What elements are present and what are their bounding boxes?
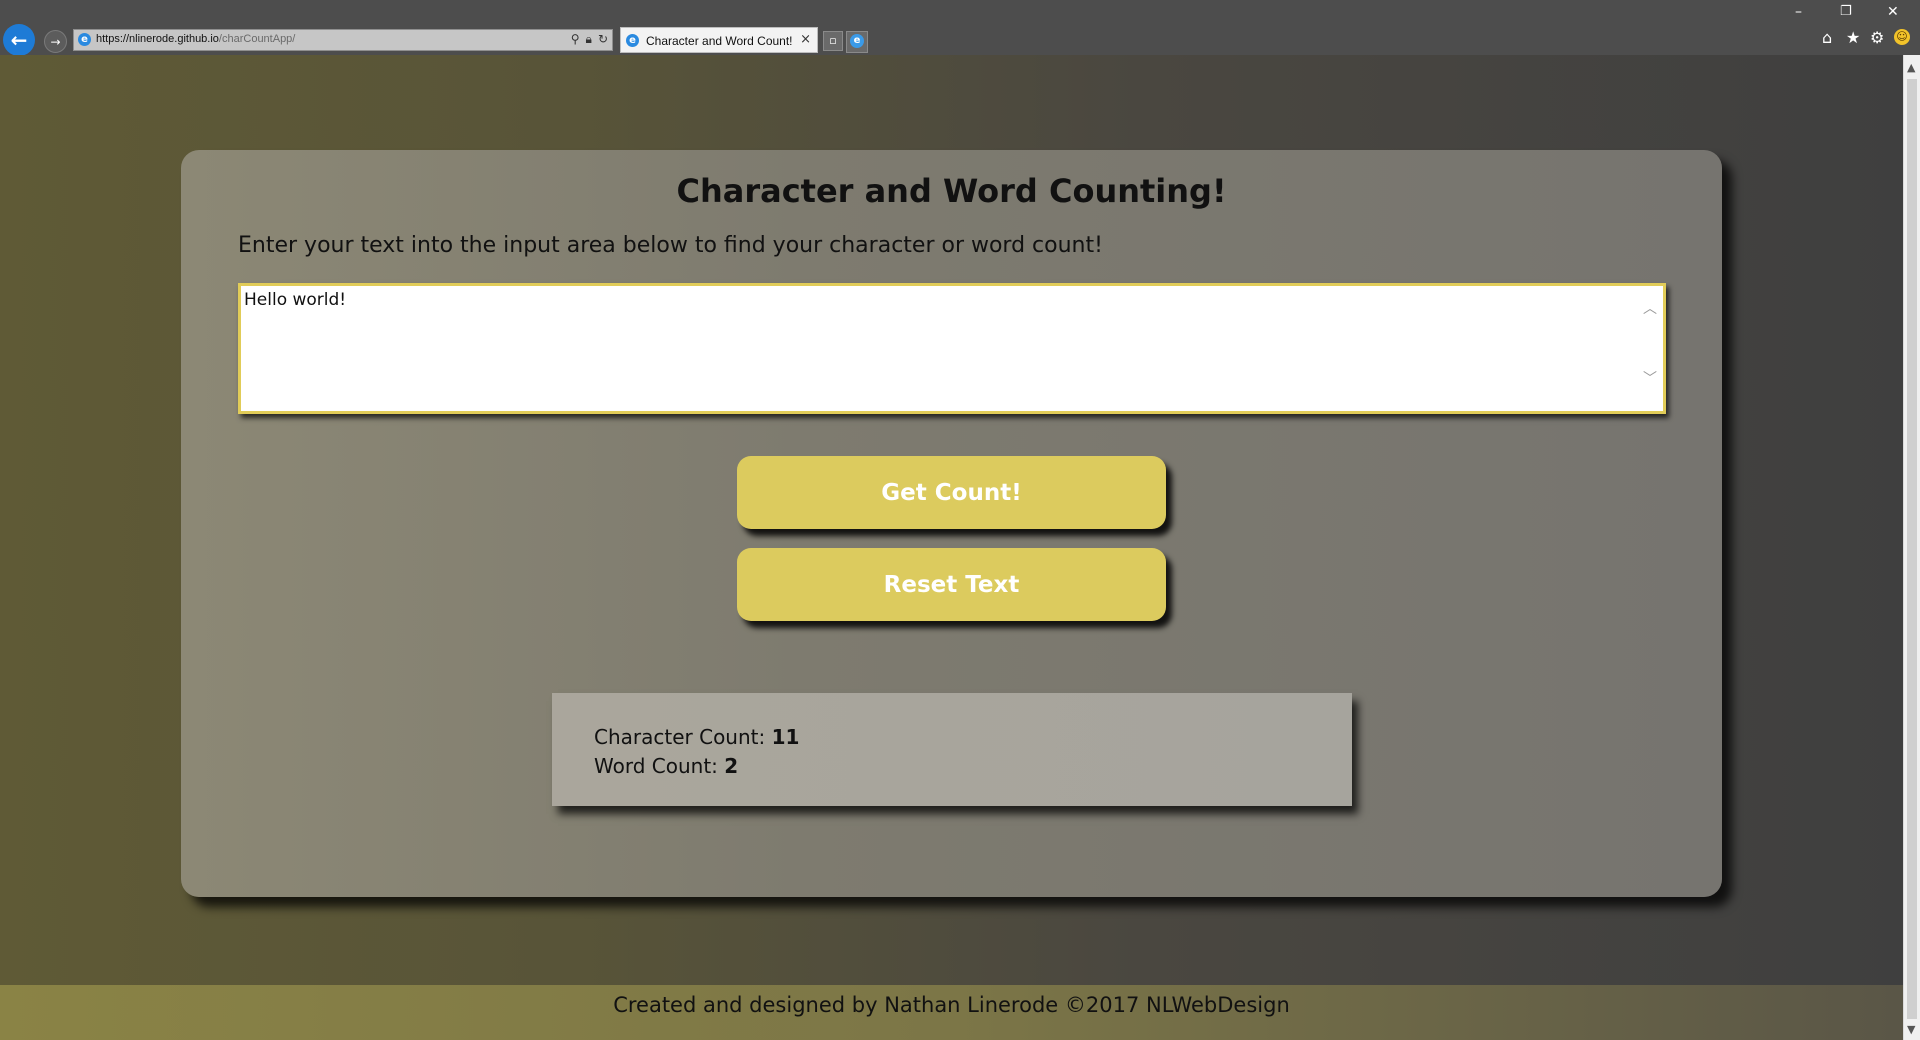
word-count-label: Word Count:	[594, 754, 725, 778]
results-panel: Character Count: 11 Word Count: 2	[552, 693, 1352, 806]
restore-button[interactable]: ❐	[1840, 4, 1852, 19]
lock-icon[interactable]: 🔒︎	[586, 32, 592, 47]
gear-icon[interactable]: ⚙	[1870, 28, 1884, 47]
search-icon[interactable]: ⚲	[571, 32, 580, 47]
scroll-up-icon[interactable]: ▲	[1907, 61, 1915, 74]
arrow-left-icon: ←	[10, 28, 28, 52]
word-count-row: Word Count: 2	[594, 752, 1310, 781]
tab-close-icon[interactable]: ×	[800, 32, 811, 47]
footer-text: Created and designed by Nathan Linerode …	[613, 993, 1290, 1017]
reset-text-button[interactable]: Reset Text	[737, 548, 1166, 621]
star-icon[interactable]: ★	[1846, 28, 1860, 47]
chevron-down-icon[interactable]: ﹀	[1643, 368, 1657, 388]
chevron-up-icon[interactable]: ︿	[1643, 298, 1657, 318]
main-card: Character and Word Counting! Enter your …	[181, 150, 1722, 897]
minimize-button[interactable]: –	[1795, 4, 1802, 20]
address-bar[interactable]: e https://nlinerode.github.io/charCountA…	[73, 29, 613, 51]
tab-favicon-icon: e	[626, 34, 639, 47]
tab-title: Character and Word Count!	[646, 34, 793, 48]
close-window-button[interactable]: ✕	[1887, 4, 1899, 20]
back-button[interactable]: ←	[3, 24, 35, 56]
tab-active[interactable]: e Character and Word Count! ×	[620, 27, 818, 53]
url-path: /charCountApp/	[218, 33, 296, 45]
url-host: https://nlinerode.github.io	[96, 33, 219, 45]
text-input-area[interactable]	[238, 283, 1666, 414]
page-scrollbar[interactable]: ▲ ▼	[1903, 55, 1920, 1040]
home-icon[interactable]: ⌂	[1822, 28, 1832, 47]
character-count-value: 11	[771, 725, 800, 749]
page-title: Character and Word Counting!	[676, 172, 1227, 210]
smiley-icon[interactable]: ☺	[1894, 29, 1910, 45]
character-count-label: Character Count:	[594, 725, 772, 749]
scroll-thumb[interactable]	[1907, 79, 1917, 1019]
page-viewport: Character and Word Counting! Enter your …	[0, 55, 1903, 1040]
browser-chrome: ← → e https://nlinerode.github.io/charCo…	[0, 0, 1920, 56]
url-text[interactable]: https://nlinerode.github.io/charCountApp…	[96, 33, 295, 45]
footer: Created and designed by Nathan Linerode …	[0, 985, 1903, 1040]
ie-favicon-icon: e	[78, 33, 91, 46]
word-count-value: 2	[724, 754, 739, 778]
edge-icon: e	[850, 34, 864, 48]
address-bar-icons: ⚲ 🔒︎ ↻	[571, 32, 608, 47]
new-tab-button[interactable]: ▫	[823, 31, 843, 51]
arrow-right-icon: →	[50, 34, 61, 49]
character-count-row: Character Count: 11	[594, 723, 1310, 752]
scroll-down-icon[interactable]: ▼	[1907, 1023, 1915, 1036]
forward-button[interactable]: →	[44, 30, 67, 53]
get-count-button[interactable]: Get Count!	[737, 456, 1166, 529]
instructions-text: Enter your text into the input area belo…	[238, 233, 1103, 258]
new-tab-icon: ▫	[829, 34, 837, 47]
edge-button[interactable]: e	[846, 31, 868, 53]
refresh-icon[interactable]: ↻	[598, 32, 608, 47]
